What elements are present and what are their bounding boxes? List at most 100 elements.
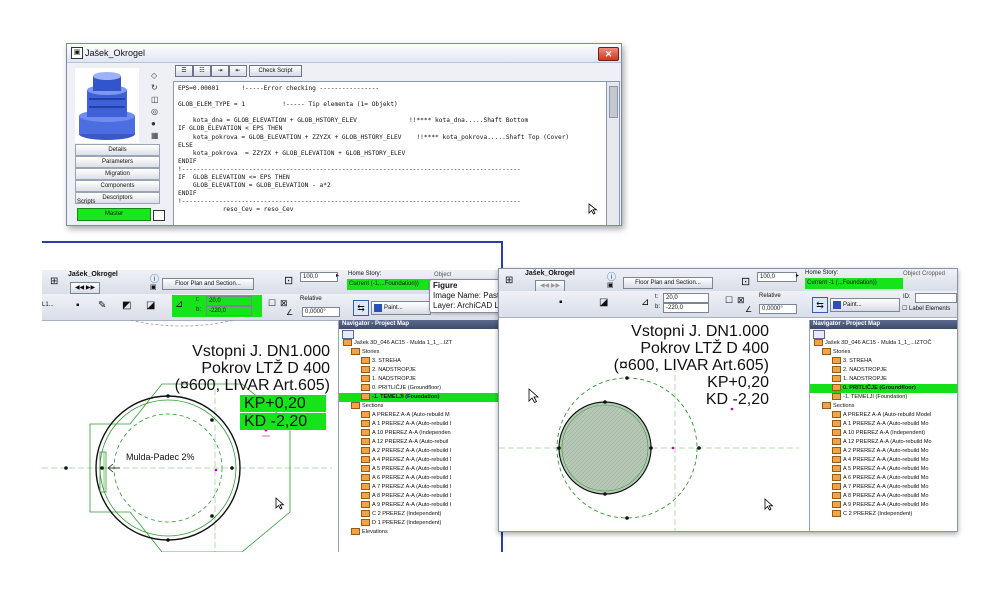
tree-section-item[interactable]: A 2 PREREZ A-A (Auto-rebuild I (339, 447, 501, 456)
prev-next-buttons[interactable]: ◀◀ ▶▶ (70, 282, 100, 294)
checkbox-icon[interactable]: ☐ (268, 298, 276, 309)
paint-button[interactable]: Paint... (371, 301, 431, 315)
label-elements-checkbox[interactable]: ☐ Label Elements (902, 305, 950, 312)
parameters-button[interactable]: Parameters (75, 156, 160, 168)
height-field[interactable]: 100,0 (300, 272, 338, 282)
tree-elevations[interactable]: Elevations (339, 528, 501, 537)
close-button[interactable]: ✕ (598, 47, 619, 61)
arrow-icon[interactable]: ▸ (796, 272, 799, 279)
bottom-elevation-field[interactable]: -220,0 (206, 306, 252, 316)
tree-section-item[interactable]: A 6 PREREZ A-A (Auto-rebuild I (339, 474, 501, 483)
tree-section-item[interactable]: A 10 PREREZ A-A (Independent) (810, 429, 957, 438)
pen-icon[interactable]: ✎ (98, 300, 106, 311)
layer-visibility-icon[interactable]: ◪ (146, 300, 155, 311)
master-script-button[interactable]: Master (77, 208, 151, 221)
tree-story-item[interactable]: 1. NADSTROPJE (810, 375, 957, 384)
mirror-icon[interactable]: ⇆ (353, 300, 369, 316)
tree-story-item[interactable]: -1. TEMELJI (Foundation) (810, 393, 957, 402)
floor-plan-section-button[interactable]: Floor Plan and Section... (623, 277, 713, 289)
object-tool-icon[interactable]: ⊞ (505, 275, 513, 286)
target-icon[interactable]: ◎ (151, 108, 159, 116)
plan-view-icon[interactable]: ◫ (151, 96, 159, 104)
tree-section-item[interactable]: C 2 PREREZ (Independent) (339, 510, 501, 519)
tree-section-item[interactable]: A 10 PREREZ A-A (Independen (339, 429, 501, 438)
script-code[interactable]: EPS=0.00001 !-----Error checking -------… (174, 82, 607, 215)
indent-list-icon[interactable]: ☷ (193, 65, 211, 77)
height-field[interactable]: 100,0 (757, 272, 797, 282)
tree-stories[interactable]: Stories (339, 348, 501, 357)
tree-root[interactable]: Jašek 3D_046 AC15 - Mulda 1_1_...IZTOČ (810, 339, 957, 348)
layer-icon[interactable]: ▪ (559, 297, 563, 308)
tree-story-item[interactable]: -1. TEMELJI (Foundation) (339, 393, 501, 402)
tree-section-item[interactable]: A 4 PREREZ A-A (Auto-rebuild I (339, 456, 501, 465)
migration-button[interactable]: Migration (75, 168, 160, 180)
paint-button[interactable]: Paint... (830, 298, 900, 312)
tree-story-item[interactable]: 2. NADSTROPJE (339, 366, 501, 375)
project-map-tree[interactable]: Jašek 3D_046 AC15 - Mulda 1_1_...IZT Stor… (339, 339, 501, 537)
id-field[interactable] (915, 293, 957, 303)
tree-section-item[interactable]: A 12 PREREZ A-A (Auto-rebuil (339, 438, 501, 447)
tree-section-item[interactable]: A 9 PREREZ A-A (Auto-rebuild Mo (810, 501, 957, 510)
tree-stories[interactable]: Stories (810, 348, 957, 357)
tree-story-item[interactable]: 0. PRITLIČJE (Groundfloor) (339, 384, 501, 393)
project-map-tree[interactable]: Jašek 3D_046 AC15 - Mulda 1_1_...IZTOČ St… (810, 339, 957, 519)
mirror-icon[interactable]: ⇆ (812, 297, 828, 313)
tree-story-item[interactable]: 0. PRITLIČJE (Groundfloor) (810, 384, 957, 393)
project-map-icon[interactable] (813, 330, 825, 339)
fill-icon[interactable]: ◩ (122, 300, 131, 311)
tree-section-item[interactable]: A 8 PREREZ A-A (Auto-rebuild I (339, 492, 501, 501)
tree-story-item[interactable]: 2. NADSTROPJE (810, 366, 957, 375)
tree-story-item[interactable]: 3. STREHA (810, 357, 957, 366)
tree-section-item[interactable]: A 2 PREREZ A-A (Auto-rebuild Mo (810, 447, 957, 456)
details-button[interactable]: Details (75, 144, 160, 156)
tree-story-item[interactable]: 1. NADSTROPJE (339, 375, 501, 384)
dialog-title-bar[interactable]: ▣ Jašek_Okrogel ✕ (67, 44, 621, 63)
tree-section-item[interactable]: A 9 PREREZ A-A (Auto-rebuild I (339, 501, 501, 510)
tree-story-item[interactable]: 3. STREHA (339, 357, 501, 366)
checkbox-icon[interactable]: ☐ (725, 295, 733, 306)
script-editor[interactable]: EPS=0.00001 !-----Error checking -------… (173, 81, 608, 225)
anchor-icon[interactable]: ⊠ (737, 295, 745, 306)
tree-section-item[interactable]: A 6 PREREZ A-A (Auto-rebuild Mo (810, 474, 957, 483)
settings-icon[interactable]: ▣ (150, 283, 157, 291)
tree-root[interactable]: Jašek 3D_046 AC15 - Mulda 1_1_...IZT (339, 339, 501, 348)
object-tool-icon[interactable]: ⊞ (50, 276, 58, 287)
tree-section-item[interactable]: A 1 PREREZ A-A (Auto-rebuild I (339, 420, 501, 429)
tree-section-item[interactable]: A PREREZ A-A (Auto-rebuild M (339, 411, 501, 420)
layer-icon[interactable]: ▪ (76, 300, 80, 311)
outdent-icon[interactable]: ⇤ (229, 65, 247, 77)
tree-section-item[interactable]: A 8 PREREZ A-A (Auto-rebuild Mo (810, 492, 957, 501)
settings-icon[interactable]: ▣ (607, 281, 614, 289)
tree-section-item[interactable]: A 7 PREREZ A-A (Auto-rebuild Mo (810, 483, 957, 492)
rotate-icon[interactable]: ↻ (151, 84, 159, 92)
tree-section-item[interactable]: D 1 PREREZ (Independent) (339, 519, 501, 528)
home-story-select[interactable]: Current -1 (...Foundation)) (805, 278, 903, 289)
project-map-icon[interactable] (342, 330, 354, 339)
layer-visibility-icon[interactable]: ◪ (599, 297, 608, 308)
home-story-select[interactable]: Current (-1,...Foundation)) (347, 279, 433, 290)
floor-plan-section-button[interactable]: Floor Plan and Section... (162, 278, 254, 290)
check-script-button[interactable]: Check Script (249, 65, 302, 77)
angle-field[interactable]: 0,0000° (759, 304, 797, 314)
bottom-elevation-field[interactable]: -220,0 (663, 303, 709, 313)
script-scrollbar[interactable] (606, 81, 620, 225)
tree-section-item[interactable]: A 1 PREREZ A-A (Auto-rebuild Mo (810, 420, 957, 429)
angle-field[interactable]: 0,0000° (302, 307, 340, 317)
components-button[interactable]: Components (75, 180, 160, 192)
top-elevation-field[interactable]: 20,0 (206, 296, 252, 306)
3d-view-icon[interactable]: ◇ (151, 72, 159, 80)
tree-section-item[interactable]: C 2 PREREZ (Independent) (810, 510, 957, 519)
tree-section-item[interactable]: A 5 PREREZ A-A (Auto-rebuild I (339, 465, 501, 474)
indent-icon[interactable]: ⇥ (211, 65, 229, 77)
grid-icon[interactable]: ▦ (151, 132, 159, 140)
tree-section-item[interactable]: A 12 PREREZ A-A (Auto-rebuild Mo (810, 438, 957, 447)
window-toggle-icon[interactable] (153, 210, 165, 221)
tree-sections[interactable]: Sections (810, 402, 957, 411)
list-view-icon[interactable]: ☰ (175, 65, 193, 77)
tree-section-item[interactable]: A 7 PREREZ A-A (Auto-rebuild I (339, 483, 501, 492)
tree-section-item[interactable]: A 5 PREREZ A-A (Auto-rebuild Mo (810, 465, 957, 474)
tree-sections[interactable]: Sections (339, 402, 501, 411)
tree-section-item[interactable]: A 4 PREREZ A-A (Auto-rebuild Mo (810, 456, 957, 465)
tree-section-item[interactable]: A PREREZ A-A (Auto-rebuild Model (810, 411, 957, 420)
drop-icon[interactable]: ● (151, 120, 159, 128)
